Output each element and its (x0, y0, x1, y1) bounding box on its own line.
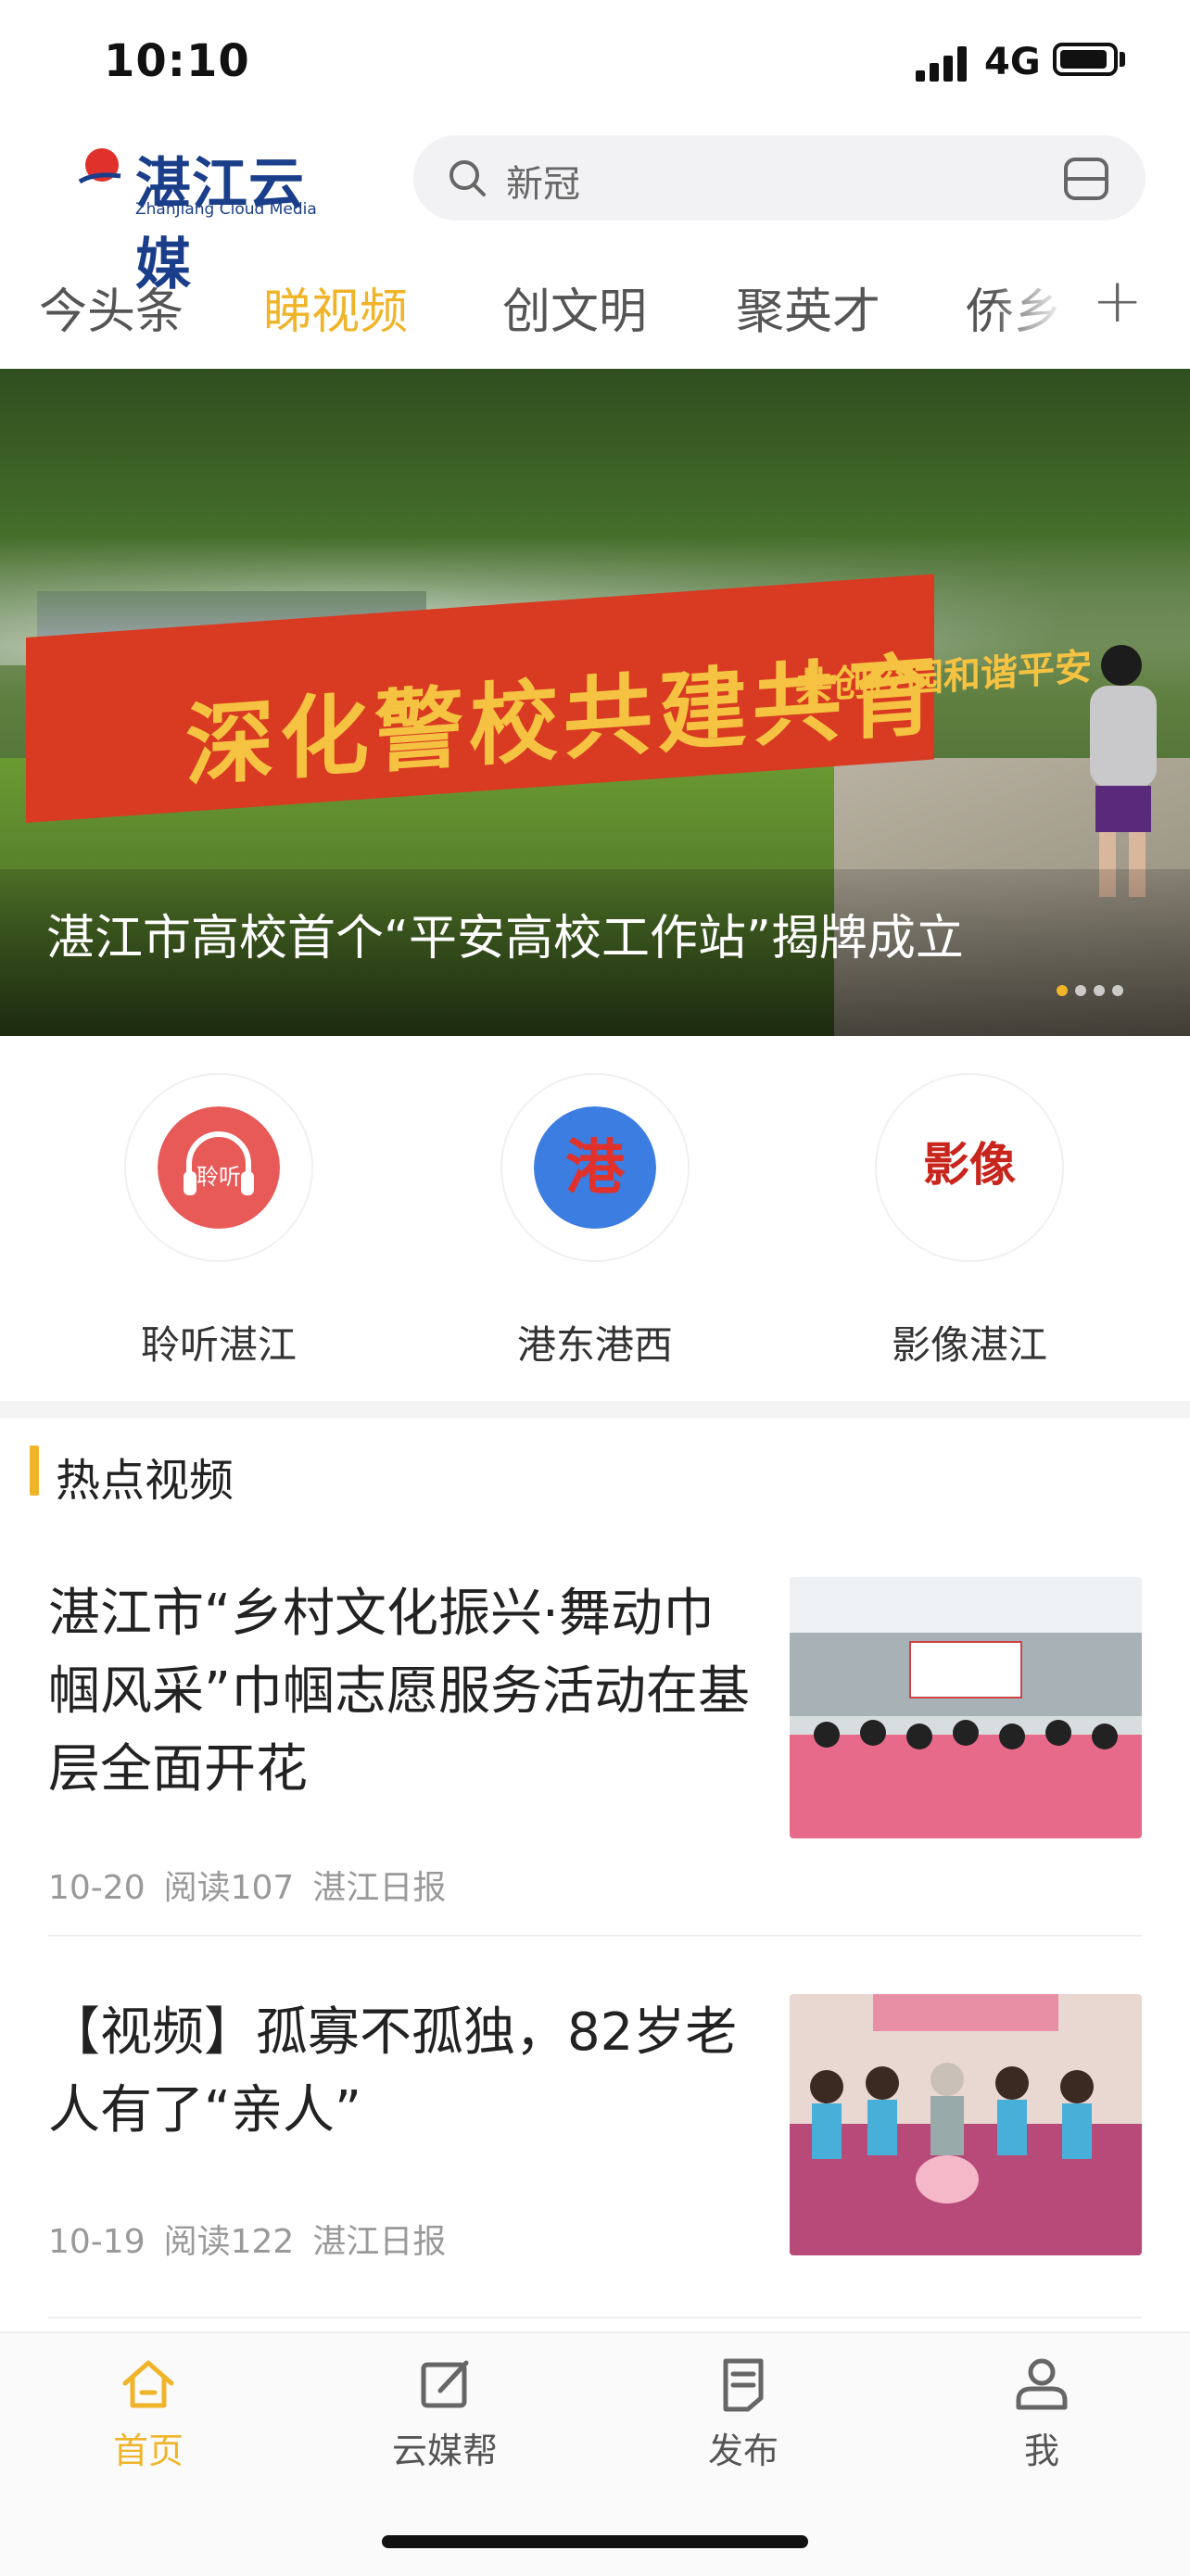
quick-label-listen: 聆听湛江 (140, 1322, 297, 1368)
logo-subtitle: ZhanJiang Cloud Media (135, 200, 317, 219)
tab-me-label: 我 (1023, 2431, 1059, 2471)
section-title: 热点视频 (56, 1455, 234, 1507)
news-date: 10-20 (48, 1869, 146, 1907)
thumbnail-image (790, 1577, 1142, 1838)
section-separator (0, 1401, 1190, 1418)
scan-icon[interactable] (1062, 156, 1110, 202)
publish-icon (723, 2358, 764, 2412)
tab-talent[interactable]: 聚英才 (736, 272, 880, 342)
news-reads: 阅读122 (163, 2223, 295, 2261)
news-divider (48, 2317, 1142, 2318)
carousel-dot (1075, 985, 1086, 996)
tab-headlines[interactable]: 今头条 (39, 272, 184, 342)
news-meta: 10-20 阅读107 湛江日报 (48, 1861, 464, 1909)
hero-carousel[interactable]: 深化警校共建共育 共创校园和谐平安 湛江市高校首个“平安高校工作站”揭牌成立 (0, 369, 1190, 1036)
news-item[interactable]: 【视频】孤寡不孤独，82岁老人有了“亲人” 10-19 阅读122 湛江日报 (0, 1983, 1190, 2335)
tab-cloud-help-label: 云媒帮 (391, 2431, 498, 2471)
news-divider (48, 1935, 1142, 1937)
search-input[interactable]: 新冠 (506, 154, 580, 208)
hero-caption: 湛江市高校首个“平安高校工作站”揭牌成立 (46, 911, 964, 966)
status-bar: 10:10 4G (0, 0, 1190, 120)
battery-tip (1120, 52, 1125, 67)
carousel-dots (1057, 982, 1131, 1000)
news-date: 10-19 (48, 2223, 146, 2261)
news-meta: 10-19 阅读122 湛江日报 (48, 2215, 464, 2263)
headphones-badge: 聆听 (158, 1106, 280, 1229)
quick-entries: 聆听 聆听湛江 港 港东港西 影像 影像湛江 (0, 1038, 1190, 1408)
image-badge: 影像 (908, 1106, 1031, 1229)
image-icon: 影像 (877, 1075, 1062, 1260)
signal-icon (916, 44, 969, 82)
user-icon (1016, 2358, 1068, 2410)
news-thumbnail[interactable] (790, 1577, 1142, 1838)
channel-tabs: 今头条 睇视频 创文明 聚英才 侨乡 + (0, 259, 1190, 352)
edit-icon (421, 2360, 469, 2408)
news-source: 湛江日报 (312, 1869, 447, 1907)
carousel-dot (1094, 985, 1105, 996)
tab-civilization[interactable]: 创文明 (502, 272, 647, 342)
news-reads: 阅读107 (163, 1869, 295, 1907)
network-label: 4G (984, 41, 1041, 83)
tabs-fade (992, 259, 1097, 352)
headphones-icon: 聆听 (126, 1075, 311, 1260)
quick-label-image: 影像湛江 (891, 1322, 1047, 1368)
thumbnail-image (790, 1994, 1142, 2255)
carousel-dot (1057, 985, 1068, 996)
tab-home-label: 首页 (112, 2431, 184, 2471)
quick-label-harbor: 港东港西 (516, 1322, 673, 1368)
harbor-badge: 港 (534, 1106, 656, 1229)
tab-publish-label: 发布 (707, 2431, 779, 2471)
tab-home[interactable]: 首页 (56, 2352, 241, 2473)
home-indicator[interactable] (382, 2535, 808, 2548)
tab-publish[interactable]: 发布 (651, 2352, 836, 2473)
listen-glyph: 聆听 (196, 1164, 241, 1190)
image-glyph: 影像 (923, 1137, 1016, 1192)
news-thumbnail[interactable] (790, 1994, 1142, 2255)
tab-video[interactable]: 睇视频 (263, 272, 408, 342)
tab-cloud-help[interactable]: 云媒帮 (352, 2352, 538, 2473)
news-source: 湛江日报 (312, 2223, 447, 2261)
search-bar[interactable]: 新冠 (413, 135, 1146, 221)
status-time: 10:10 (104, 35, 250, 87)
app-logo: 湛江云媒 ZhanJiang Cloud Media (70, 135, 339, 297)
news-title[interactable]: 【视频】孤寡不孤独，82岁老人有了“亲人” (48, 1994, 753, 2150)
battery-icon (1053, 43, 1118, 76)
section-accent-bar (30, 1446, 39, 1496)
harbor-icon: 港 (502, 1075, 688, 1260)
carousel-dot (1112, 985, 1123, 996)
add-channel-icon[interactable]: + (1092, 265, 1143, 336)
news-title[interactable]: 湛江市“乡村文化振兴·舞动巾帼风采”巾帼志愿服务活动在基层全面开花 (48, 1575, 753, 1809)
tab-me[interactable]: 我 (949, 2352, 1134, 2473)
logo-mark-icon (78, 148, 121, 184)
harbor-glyph: 港 (565, 1133, 626, 1203)
news-item[interactable]: 湛江市“乡村文化振兴·舞动巾帼风采”巾帼志愿服务活动在基层全面开花 10-20 阅… (0, 1566, 1190, 1955)
search-icon (449, 160, 486, 196)
home-icon (122, 2360, 174, 2408)
